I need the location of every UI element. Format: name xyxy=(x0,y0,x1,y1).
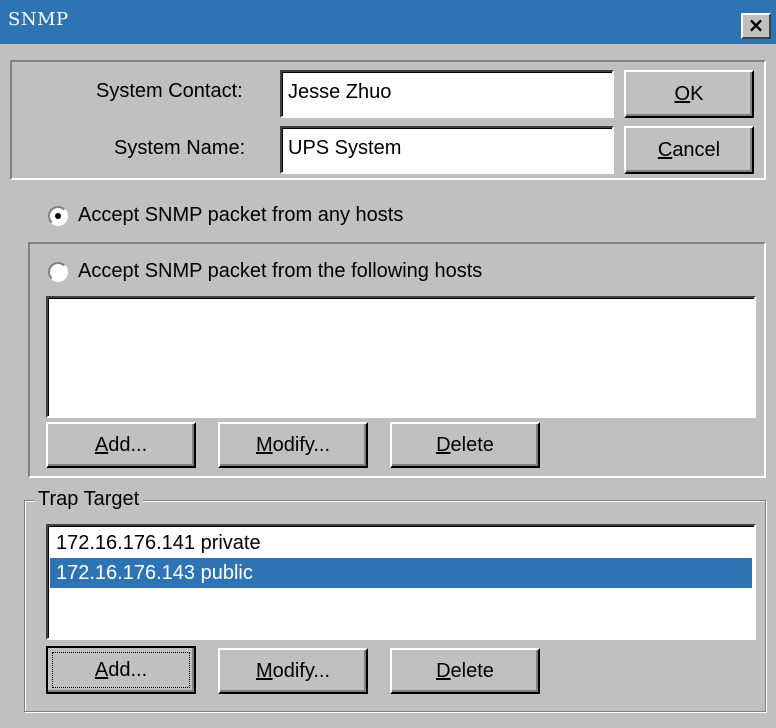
any-hosts-label[interactable]: Accept SNMP packet from any hosts xyxy=(78,204,403,227)
hosts-modify-label: Modify... xyxy=(255,433,331,456)
system-name-field[interactable]: UPS System xyxy=(280,126,614,174)
hosts-add-button[interactable]: Add... xyxy=(46,422,196,468)
system-contact-field[interactable]: Jesse Zhuo xyxy=(280,70,614,118)
trap-target-legend: Trap Target xyxy=(34,488,144,511)
close-icon: × xyxy=(747,13,765,37)
trap-add-button[interactable]: Add... xyxy=(46,646,196,694)
trap-target-item-selected[interactable]: 172.16.176.143 public xyxy=(50,558,752,588)
system-name-value: UPS System xyxy=(288,137,402,159)
system-contact-label: System Contact: xyxy=(96,80,243,102)
hosts-delete-button[interactable]: Delete xyxy=(390,422,540,468)
trap-modify-label: Modify... xyxy=(255,659,331,682)
trap-target-item[interactable]: 172.16.176.141 private xyxy=(54,528,261,558)
radio-selected-dot xyxy=(55,213,61,219)
ok-button-label: OK xyxy=(674,82,704,105)
window-title: SNMP xyxy=(8,9,69,30)
trap-delete-button[interactable]: Delete xyxy=(390,648,540,694)
ok-button[interactable]: OK xyxy=(624,70,754,118)
hosts-list[interactable] xyxy=(46,296,756,418)
trap-modify-button[interactable]: Modify... xyxy=(218,648,368,694)
following-hosts-label[interactable]: Accept SNMP packet from the following ho… xyxy=(78,260,482,283)
following-hosts-radio[interactable] xyxy=(48,262,68,282)
trap-target-list[interactable]: 172.16.176.141 private 172.16.176.143 pu… xyxy=(46,524,756,640)
trap-delete-label: Delete xyxy=(436,659,494,682)
system-name-label: System Name: xyxy=(114,137,246,159)
cancel-button-label: Cancel xyxy=(657,138,721,161)
cancel-button[interactable]: Cancel xyxy=(624,126,754,174)
hosts-add-label: Add... xyxy=(94,433,148,456)
hosts-modify-button[interactable]: Modify... xyxy=(218,422,368,468)
any-hosts-radio[interactable] xyxy=(48,206,68,226)
title-bar[interactable]: SNMP × xyxy=(0,0,776,44)
hosts-delete-label: Delete xyxy=(436,433,494,456)
system-contact-value: Jesse Zhuo xyxy=(288,81,392,103)
focus-rect xyxy=(52,652,190,688)
close-button[interactable]: × xyxy=(741,13,771,39)
